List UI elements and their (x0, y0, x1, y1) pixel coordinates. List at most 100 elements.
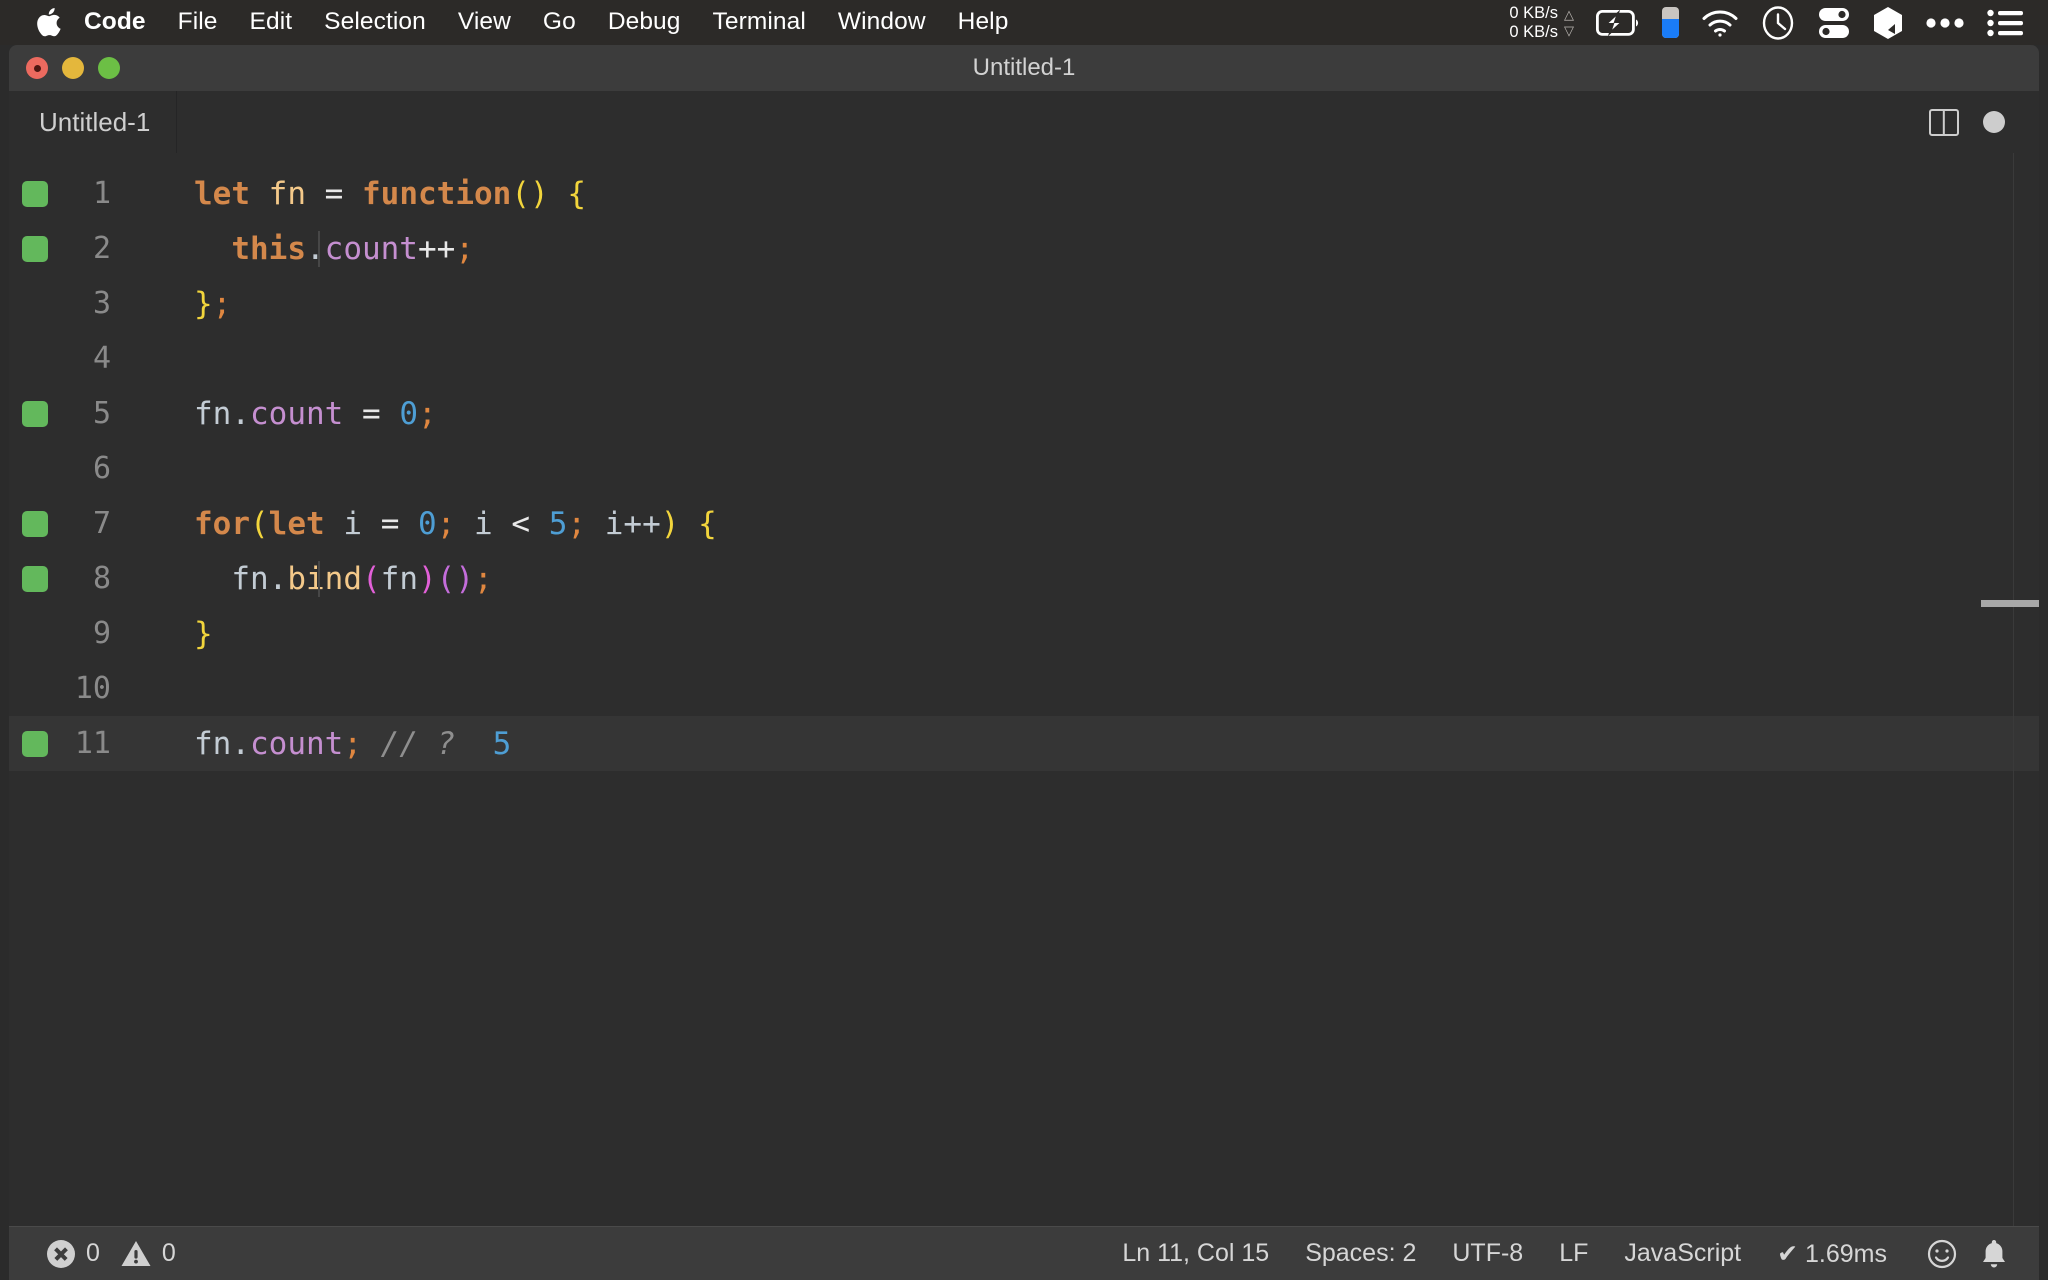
upload-arrow-icon: △ (1564, 7, 1574, 23)
unsaved-dot-icon[interactable] (1983, 111, 2005, 133)
menu-item-selection[interactable]: Selection (308, 10, 442, 35)
line-number: 9 (92, 616, 111, 651)
menu-item-debug[interactable]: Debug (592, 10, 697, 35)
line-content: for(let i = 0; i < 5; i++) { (134, 506, 717, 542)
code-token: fn (194, 725, 232, 762)
code-token: ++ (417, 230, 456, 267)
quokka-runtime[interactable]: ✔ 1.69ms (1759, 1239, 1905, 1269)
code-line[interactable]: 9} (9, 606, 2039, 661)
line-content: } (134, 616, 213, 652)
encoding-setting[interactable]: UTF-8 (1434, 1239, 1541, 1268)
menu-item-window[interactable]: Window (822, 10, 942, 35)
code-token: ; (567, 505, 587, 542)
indent-guide (318, 230, 320, 267)
code-token: fn (268, 175, 306, 212)
close-button[interactable] (26, 57, 48, 79)
code-line[interactable]: 2 this.count++; (9, 221, 2039, 276)
coverage-indicator[interactable] (22, 400, 48, 427)
code-line[interactable]: 5 fn.count = 0; (9, 386, 2039, 441)
network-speed-indicator[interactable]: 0 KB/s 0 KB/s △ ▽ (1498, 4, 1585, 41)
code-editor[interactable]: 1 let fn = function() {2 this.count++; 3};… (9, 153, 2039, 1226)
control-center-icon[interactable] (1806, 7, 1862, 39)
tab-untitled-1[interactable]: Untitled-1 (9, 91, 178, 153)
editor-actions (1929, 91, 2039, 153)
zoom-button[interactable] (98, 57, 120, 79)
battery-charging-icon[interactable] (1585, 9, 1651, 36)
warning-count: 0 (161, 1239, 176, 1267)
code-line[interactable]: 1 let fn = function() { (9, 166, 2039, 221)
code-token: fn (380, 560, 418, 597)
menu-item-code[interactable]: Code (74, 10, 162, 35)
indent-guide (318, 560, 320, 597)
screen: Code File Edit Selection View Go Debug T… (0, 0, 2048, 1280)
code-line[interactable]: 11 fn.count; // ? 5 (9, 716, 2039, 771)
macos-menu-bar: Code File Edit Selection View Go Debug T… (0, 0, 2048, 45)
bell-icon[interactable] (1971, 1239, 2013, 1269)
overview-ruler-mark[interactable] (1981, 600, 2039, 607)
battery-level-blue-icon[interactable] (1651, 7, 1690, 38)
code-token: ; (474, 560, 493, 597)
code-token: } (194, 285, 213, 322)
indentation-setting[interactable]: Spaces: 2 (1287, 1239, 1434, 1268)
menu-item-edit[interactable]: Edit (234, 10, 309, 35)
language-mode[interactable]: JavaScript (1606, 1239, 1759, 1268)
minimize-button[interactable] (62, 57, 84, 79)
menu-item-go[interactable]: Go (527, 10, 592, 35)
coverage-indicator[interactable] (22, 730, 48, 757)
smiley-icon[interactable] (1905, 1239, 1971, 1269)
code-line[interactable]: 4 (9, 331, 2039, 386)
menu-item-file[interactable]: File (162, 10, 234, 35)
menu-item-help[interactable]: Help (942, 10, 1025, 35)
apple-logo-icon[interactable] (28, 7, 70, 38)
editor-tab-bar: Untitled-1 (9, 91, 2039, 153)
split-editor-icon[interactable] (1929, 108, 1959, 136)
code-token: . (305, 230, 325, 267)
bartender-icon[interactable] (1862, 6, 1914, 40)
clock-icon[interactable] (1750, 5, 1806, 40)
code-line[interactable]: 7 for(let i = 0; i < 5; i++) { (9, 496, 2039, 551)
coverage-indicator[interactable] (22, 235, 48, 262)
menu-item-terminal[interactable]: Terminal (697, 10, 822, 35)
coverage-indicator[interactable] (22, 180, 48, 207)
code-token: ) (660, 505, 680, 542)
menu-item-view[interactable]: View (442, 10, 527, 35)
code-token: ; (436, 505, 456, 542)
error-count: 0 (86, 1239, 100, 1267)
code-line[interactable]: 8 fn.bind(fn)(); (9, 551, 2039, 606)
ellipsis-icon[interactable] (1914, 17, 1976, 29)
code-token: 5 (492, 725, 512, 762)
code-token: function (362, 175, 512, 212)
cursor-position[interactable]: Ln 11, Col 15 (1104, 1239, 1287, 1268)
error-circle-icon (47, 1239, 75, 1268)
code-line[interactable]: 6 (9, 441, 2039, 496)
coverage-indicator[interactable] (22, 510, 48, 537)
menu-list-icon[interactable] (1976, 9, 2034, 37)
code-token: = (324, 175, 344, 212)
code-token: ) (455, 560, 474, 597)
code-line[interactable]: 10 (9, 661, 2039, 716)
tab-label: Untitled-1 (39, 106, 151, 137)
line-content: let fn = function() { (134, 176, 586, 212)
status-bar-right: Ln 11, Col 15 Spaces: 2 UTF-8 LF JavaScr… (1104, 1239, 2039, 1269)
code-token: i (343, 505, 363, 542)
code-token: fn (231, 560, 269, 597)
code-token: ( (361, 560, 381, 597)
problems-indicator[interactable]: 0 0 (39, 1239, 184, 1268)
code-token: for (194, 505, 250, 542)
coverage-indicator[interactable] (22, 565, 48, 592)
code-token: < (511, 505, 531, 542)
eol-setting[interactable]: LF (1541, 1239, 1606, 1268)
wifi-icon[interactable] (1690, 9, 1750, 37)
code-line[interactable]: 3}; (9, 276, 2039, 331)
code-token: count (324, 230, 418, 267)
window-traffic-lights (26, 45, 120, 91)
